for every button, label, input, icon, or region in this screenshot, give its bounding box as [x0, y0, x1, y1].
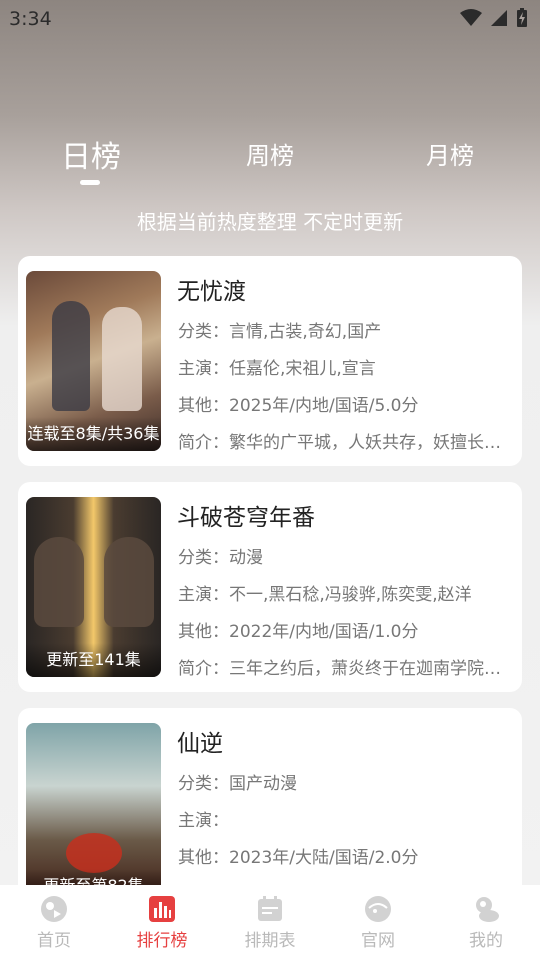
- poster-caption: 更新至141集: [26, 643, 161, 677]
- item-title: 仙逆: [177, 731, 223, 757]
- nav-home-label: 首页: [37, 931, 71, 951]
- nav-website-label: 官网: [361, 931, 395, 951]
- nav-profile[interactable]: 我的: [436, 894, 536, 951]
- website-icon: [365, 896, 391, 922]
- item-intro: 简介：三年之约后，萧炎终于在迦南学院见到了: [178, 659, 508, 679]
- item-intro: 简介：繁华的广平城，人妖共存，妖擅长幻化人形: [178, 433, 508, 453]
- status-bar: 3:34: [0, 0, 540, 38]
- item-cast: 主演：任嘉伦,宋祖儿,宣言: [178, 359, 376, 379]
- item-category: 分类：国产动漫: [178, 774, 297, 794]
- poster-figure: [66, 833, 122, 873]
- home-icon: [41, 896, 67, 922]
- status-time: 3:34: [9, 8, 52, 30]
- poster-figure: [52, 301, 90, 411]
- battery-charging-icon: [517, 8, 527, 27]
- item-other: 其他：2022年/内地/国语/1.0分: [178, 622, 419, 642]
- item-category: 分类：动漫: [178, 548, 263, 568]
- item-title: 无忧渡: [177, 279, 246, 305]
- item-other: 其他：2023年/大陆/国语/2.0分: [178, 848, 419, 868]
- list-item[interactable]: 更新至141集 斗破苍穹年番 分类：动漫 主演：不一,黑石稔,冯骏骅,陈奕雯,赵…: [18, 482, 522, 692]
- poster-figure: [104, 537, 154, 627]
- nav-website[interactable]: 官网: [328, 894, 428, 951]
- poster-image[interactable]: 更新至第82集: [26, 723, 161, 903]
- wifi-icon: [460, 9, 482, 26]
- nav-schedule-label: 排期表: [244, 931, 296, 951]
- poster-figure: [102, 307, 142, 411]
- bottom-nav: 首页 排行榜 排期表 官网 我的: [0, 885, 540, 960]
- item-title: 斗破苍穹年番: [177, 505, 315, 531]
- tab-weekly[interactable]: 周榜: [246, 136, 294, 171]
- poster-image[interactable]: 更新至141集: [26, 497, 161, 677]
- nav-ranking-label: 排行榜: [136, 931, 188, 951]
- item-cast: 主演：不一,黑石稔,冯骏骅,陈奕雯,赵洋: [178, 585, 472, 605]
- poster-figure: [34, 537, 84, 627]
- nav-schedule[interactable]: 排期表: [220, 894, 320, 951]
- item-other: 其他：2025年/内地/国语/5.0分: [178, 396, 419, 416]
- profile-icon: [476, 897, 499, 922]
- nav-home[interactable]: 首页: [4, 894, 104, 951]
- item-cast: 主演：: [178, 811, 229, 831]
- ranking-icon: [149, 896, 175, 922]
- item-category: 分类：言情,古装,奇幻,国产: [178, 322, 382, 342]
- tab-monthly[interactable]: 月榜: [426, 136, 474, 171]
- nav-ranking[interactable]: 排行榜: [112, 894, 212, 951]
- nav-profile-label: 我的: [469, 931, 503, 951]
- poster-caption: 连载至8集/共36集: [26, 417, 161, 451]
- active-tab-indicator: [80, 180, 100, 185]
- signal-icon: [491, 10, 507, 26]
- poster-image[interactable]: 连载至8集/共36集: [26, 271, 161, 451]
- ranking-tabs: 日榜 周榜 月榜: [0, 136, 540, 196]
- ranking-subtitle: 根据当前热度整理 不定时更新: [136, 210, 404, 234]
- schedule-icon: [258, 896, 282, 921]
- list-item[interactable]: 连载至8集/共36集 无忧渡 分类：言情,古装,奇幻,国产 主演：任嘉伦,宋祖儿…: [18, 256, 522, 466]
- tab-daily[interactable]: 日榜: [61, 132, 121, 176]
